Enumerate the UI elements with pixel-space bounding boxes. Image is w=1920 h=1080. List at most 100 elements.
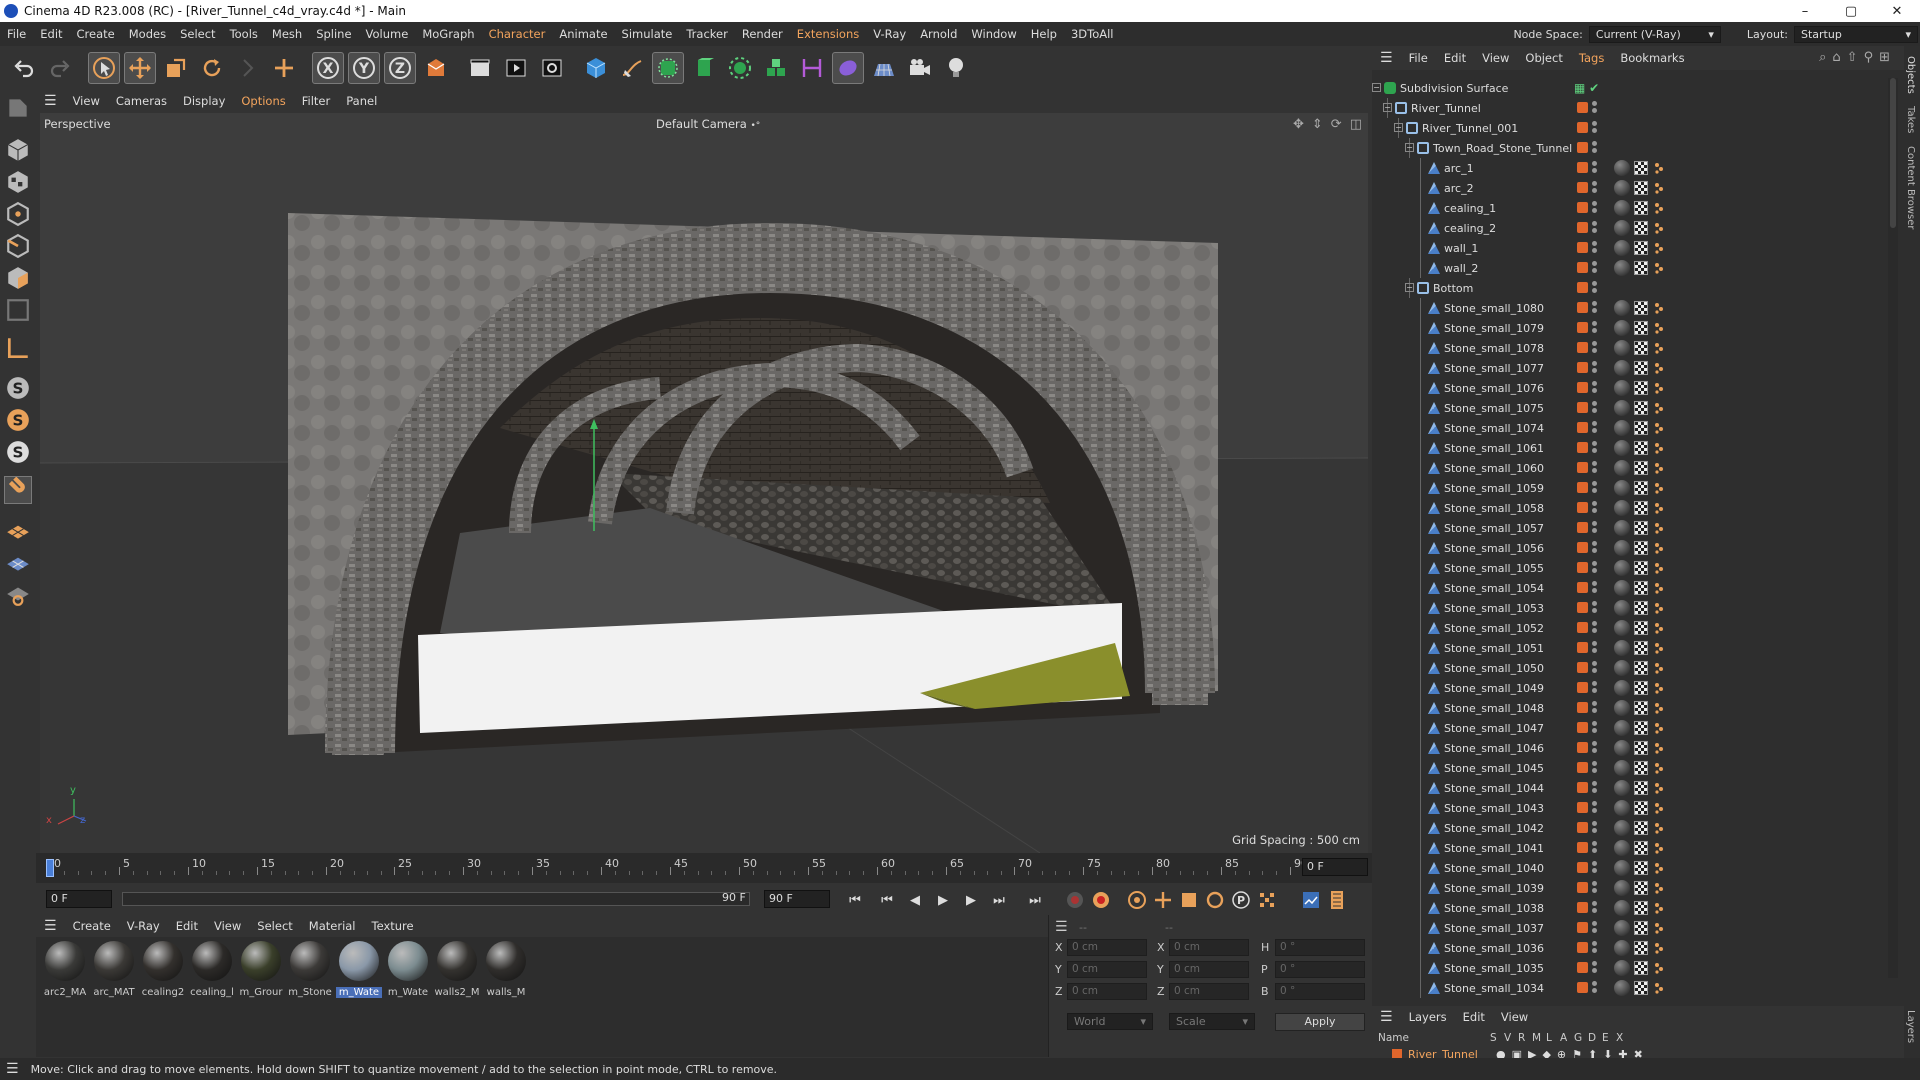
- z-axis-lock-button[interactable]: Z: [384, 52, 416, 84]
- material-swatch[interactable]: cealing2: [140, 941, 186, 1005]
- material-tag-icon[interactable]: [1614, 980, 1630, 996]
- vray-tag-icon[interactable]: [1654, 522, 1664, 534]
- visibility-dots-icon[interactable]: [1592, 761, 1598, 775]
- object-row[interactable]: Stone_small_1038: [1372, 898, 1888, 918]
- menu-simulate[interactable]: Simulate: [615, 27, 680, 41]
- status-hamburger-icon[interactable]: ☰: [6, 1061, 19, 1077]
- layer-color-swatch[interactable]: [1577, 642, 1588, 653]
- layer-color-swatch[interactable]: [1577, 222, 1588, 233]
- timeline-settings-button[interactable]: [1300, 889, 1322, 911]
- solo-hierarchy-button[interactable]: S: [4, 406, 32, 434]
- object-row[interactable]: Stone_small_1034: [1372, 978, 1888, 998]
- object-row[interactable]: arc_2: [1372, 178, 1888, 198]
- material-tag-icon[interactable]: [1614, 640, 1630, 656]
- layer-color-swatch[interactable]: [1577, 302, 1588, 313]
- zoom-icon[interactable]: ⇕: [1312, 117, 1323, 132]
- visibility-dots-icon[interactable]: [1592, 401, 1598, 415]
- object-row[interactable]: − River_Tunnel_001: [1372, 118, 1888, 138]
- material-menu-edit[interactable]: Edit: [168, 919, 206, 933]
- coord-system-dropdown[interactable]: World ▾: [1067, 1013, 1153, 1030]
- home-icon[interactable]: ⌂: [1832, 50, 1840, 65]
- material-tag-icon[interactable]: [1614, 400, 1630, 416]
- cube-object-button[interactable]: [580, 52, 612, 84]
- vray-tag-icon[interactable]: [1654, 722, 1664, 734]
- object-row[interactable]: Stone_small_1054: [1372, 578, 1888, 598]
- material-tag-icon[interactable]: [1614, 820, 1630, 836]
- material-swatch[interactable]: arc_MAT: [91, 941, 137, 1005]
- vray-tag-icon[interactable]: [1654, 702, 1664, 714]
- vray-tag-icon[interactable]: [1654, 162, 1664, 174]
- texture-tag-icon[interactable]: [1634, 761, 1648, 775]
- object-row[interactable]: Stone_small_1074: [1372, 418, 1888, 438]
- vray-tag-icon[interactable]: [1654, 642, 1664, 654]
- scrollbar-thumb[interactable]: [1890, 78, 1896, 228]
- vray-tag-icon[interactable]: [1654, 902, 1664, 914]
- recent-tool-button[interactable]: [232, 52, 264, 84]
- visibility-dots-icon[interactable]: [1592, 581, 1598, 595]
- menu-v-ray[interactable]: V-Ray: [866, 27, 913, 41]
- texture-tag-icon[interactable]: [1634, 921, 1648, 935]
- layer-color-swatch[interactable]: [1577, 282, 1588, 293]
- object-row[interactable]: Stone_small_1048: [1372, 698, 1888, 718]
- texture-tag-icon[interactable]: [1634, 221, 1648, 235]
- material-tag-icon[interactable]: [1614, 360, 1630, 376]
- object-row[interactable]: Stone_small_1041: [1372, 838, 1888, 858]
- texture-tag-icon[interactable]: [1634, 401, 1648, 415]
- visibility-dots-icon[interactable]: [1592, 981, 1598, 995]
- menu-3dtoall[interactable]: 3DToAll: [1064, 27, 1121, 41]
- visibility-dots-icon[interactable]: [1592, 601, 1598, 615]
- visibility-dots-icon[interactable]: [1592, 721, 1598, 735]
- coord-mode-dropdown[interactable]: Scale ▾: [1169, 1013, 1255, 1030]
- material-swatch[interactable]: arc2_MA: [42, 941, 88, 1005]
- visibility-dots-icon[interactable]: [1592, 321, 1598, 335]
- vray-tag-icon[interactable]: [1654, 462, 1664, 474]
- viewport-menu-panel[interactable]: Panel: [338, 94, 385, 108]
- material-tag-icon[interactable]: [1614, 800, 1630, 816]
- om-menu-bookmarks[interactable]: Bookmarks: [1612, 51, 1692, 65]
- material-tag-icon[interactable]: [1614, 460, 1630, 476]
- vray-tag-icon[interactable]: [1654, 362, 1664, 374]
- coordinate-system-button[interactable]: [420, 52, 452, 84]
- expand-toggle-icon[interactable]: −: [1383, 103, 1392, 112]
- visibility-dots-icon[interactable]: [1592, 241, 1598, 255]
- texture-mode-button[interactable]: [4, 168, 32, 196]
- layer-color-swatch[interactable]: [1577, 342, 1588, 353]
- material-tag-icon[interactable]: [1614, 620, 1630, 636]
- layer-color-swatch[interactable]: [1577, 582, 1588, 593]
- record-button[interactable]: [1064, 889, 1086, 911]
- visibility-dots-icon[interactable]: [1592, 921, 1598, 935]
- render-settings-button[interactable]: [536, 52, 568, 84]
- layer-color-swatch[interactable]: [1577, 242, 1588, 253]
- object-row[interactable]: Stone_small_1046: [1372, 738, 1888, 758]
- visibility-dots-icon[interactable]: [1592, 901, 1598, 915]
- layer-column-header[interactable]: S: [1490, 1032, 1497, 1044]
- layer-column-header[interactable]: E: [1602, 1032, 1609, 1044]
- layers-menu-view[interactable]: View: [1493, 1010, 1536, 1024]
- object-row[interactable]: Stone_small_1037: [1372, 918, 1888, 938]
- vray-tag-icon[interactable]: [1654, 922, 1664, 934]
- material-swatch[interactable]: walls_M: [483, 941, 529, 1005]
- key-pla-button[interactable]: [1256, 889, 1278, 911]
- texture-tag-icon[interactable]: [1634, 461, 1648, 475]
- x-axis-lock-button[interactable]: X: [312, 52, 344, 84]
- material-menu-material[interactable]: Material: [301, 919, 364, 933]
- viewport-hamburger-icon[interactable]: ☰: [36, 93, 65, 109]
- material-hamburger-icon[interactable]: ☰: [36, 918, 65, 934]
- coord-size-field[interactable]: 0 cm: [1169, 983, 1249, 1000]
- visibility-dots-icon[interactable]: [1592, 541, 1598, 555]
- material-tag-icon[interactable]: [1614, 600, 1630, 616]
- perspective-viewport[interactable]: Perspective Default Camera •° Grid Spaci…: [40, 113, 1368, 853]
- field-button[interactable]: [832, 52, 864, 84]
- layer-color-swatch[interactable]: [1577, 322, 1588, 333]
- redo-button[interactable]: [44, 52, 76, 84]
- material-tag-icon[interactable]: [1614, 160, 1630, 176]
- layers-hamburger-icon[interactable]: ☰: [1372, 1009, 1401, 1025]
- texture-tag-icon[interactable]: [1634, 841, 1648, 855]
- material-menu-create[interactable]: Create: [65, 919, 119, 933]
- layer-color-swatch[interactable]: [1577, 182, 1588, 193]
- coord-position-field[interactable]: 0 cm: [1067, 983, 1147, 1000]
- menu-create[interactable]: Create: [70, 27, 122, 41]
- vray-tag-icon[interactable]: [1654, 802, 1664, 814]
- material-tag-icon[interactable]: [1614, 580, 1630, 596]
- texture-tag-icon[interactable]: [1634, 301, 1648, 315]
